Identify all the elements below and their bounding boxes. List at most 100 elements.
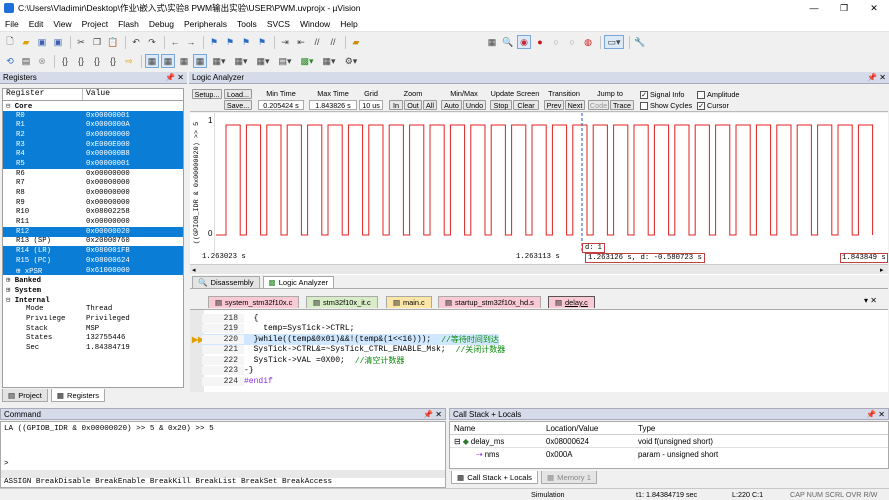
minimize-button[interactable]: —	[799, 0, 829, 16]
nav-back-icon[interactable]: ←	[168, 35, 182, 49]
collapse-icon[interactable]: ⊟	[454, 437, 461, 446]
register-value[interactable]: 0x00000000	[83, 170, 183, 178]
register-row[interactable]: R6 0x00000000	[3, 169, 183, 179]
register-value[interactable]: 0x0000000A	[83, 121, 183, 129]
register-value[interactable]: 0x00000020	[83, 228, 183, 236]
tab-stm32f10x-it[interactable]: ▤ stm32f10x_it.c	[306, 296, 378, 308]
register-row[interactable]: ⊞ xPSR 0x61000000	[3, 265, 183, 276]
breakpoint-disable-all-icon[interactable]: ○	[565, 35, 579, 49]
disassembly-window-icon[interactable]: ▦	[161, 54, 175, 68]
code-line[interactable]: 218 {	[202, 313, 258, 324]
comment-icon[interactable]: //	[310, 35, 324, 49]
breakpoint-insert-icon[interactable]: ●	[533, 35, 547, 49]
register-value[interactable]: 0x080001FB	[83, 247, 183, 255]
load-button[interactable]: Load...	[224, 89, 252, 99]
menu-window[interactable]: Window	[295, 19, 335, 29]
bookmark-icon[interactable]: ⚑	[207, 35, 221, 49]
code-line[interactable]: 223 -}	[202, 366, 254, 377]
trace-window-icon[interactable]: ▦▾	[319, 54, 339, 68]
code-line[interactable]: 219 temp=SysTick->CTRL;	[202, 324, 354, 335]
register-value[interactable]: 0x00000000	[83, 199, 183, 207]
find-icon[interactable]: 🔍	[501, 35, 515, 49]
tab-list-icon[interactable]: ▾ ✕	[864, 296, 877, 305]
symbols-window-icon[interactable]: ▦	[177, 54, 191, 68]
redo-icon[interactable]: ↷	[145, 35, 159, 49]
menu-tools[interactable]: Tools	[232, 19, 262, 29]
register-value[interactable]: Privileged	[83, 315, 183, 323]
tab-registers[interactable]: ▦ Registers	[50, 389, 106, 402]
tab-disassembly[interactable]: 🔍 Disassembly	[192, 276, 260, 288]
register-row[interactable]: States 132755446	[3, 334, 183, 344]
memory-window-icon[interactable]: ▦▾	[253, 54, 273, 68]
bookmark-prev-icon[interactable]: ⚑	[223, 35, 237, 49]
show-cycles-checkbox[interactable]: Show Cycles	[640, 101, 692, 110]
tab-system-stm32f10x[interactable]: ▤ system_stm32f10x.c	[208, 296, 300, 308]
register-row[interactable]: R10 0x08002258	[3, 208, 183, 218]
register-row[interactable]: ⊟ Internal	[3, 295, 183, 305]
target-options-icon[interactable]: ▦	[485, 35, 499, 49]
register-value[interactable]: 0x08000624	[83, 257, 183, 265]
register-row[interactable]: R7 0x00000000	[3, 179, 183, 189]
bookmark-clear-icon[interactable]: ⚑	[255, 35, 269, 49]
step-into-icon[interactable]: {}	[58, 54, 72, 68]
register-value[interactable]: 0x000000B8	[83, 150, 183, 158]
register-value[interactable]: 132755446	[83, 334, 183, 342]
register-value[interactable]: 0x08002258	[83, 208, 183, 216]
next-button[interactable]: Next	[565, 100, 585, 110]
menu-debug[interactable]: Debug	[144, 19, 179, 29]
restore-button[interactable]: ❐	[829, 0, 859, 16]
menu-flash[interactable]: Flash	[113, 19, 144, 29]
register-row[interactable]: Sec 1.84384719	[3, 343, 183, 353]
code-line[interactable]: 221 SysTick->CTRL&=~SysTick_CTRL_ENABLE_…	[202, 345, 505, 355]
save-all-icon[interactable]: ▣	[51, 35, 65, 49]
run-to-cursor-icon[interactable]: {}	[106, 54, 120, 68]
table-row[interactable]: ⇢ nms 0x000A param - unsigned short	[450, 448, 888, 461]
tab-project[interactable]: ▤ Project	[2, 389, 48, 402]
register-value[interactable]: 0x20000760	[83, 237, 183, 245]
register-row[interactable]: ⊞ Banked	[3, 275, 183, 285]
cursor-checkbox[interactable]: ✓ Cursor	[697, 101, 729, 110]
register-value[interactable]: MSP	[83, 325, 183, 333]
tree-toggle-icon[interactable]: ⊟	[6, 103, 15, 111]
debug-session-icon[interactable]: ◉	[517, 35, 531, 49]
register-row[interactable]: R3 0xE000E000	[3, 139, 183, 150]
register-row[interactable]: R14 (LR) 0x080001FB	[3, 246, 183, 256]
tree-toggle-icon[interactable]: ⊟	[6, 297, 15, 305]
pin-close-icon[interactable]: 📌 ✕	[867, 73, 886, 82]
register-value[interactable]: 0x00000001	[83, 112, 183, 120]
register-value[interactable]: 0xE000E000	[83, 141, 183, 149]
new-file-icon[interactable]: 🗋	[3, 35, 17, 49]
tab-call-stack[interactable]: ▦ Call Stack + Locals	[451, 471, 538, 484]
register-row[interactable]: ⊟ Core	[3, 101, 183, 111]
stop-icon[interactable]: ⊗	[35, 54, 49, 68]
register-row[interactable]: R5 0x00000001	[3, 159, 183, 169]
zoom-out-button[interactable]: Out	[404, 100, 422, 110]
register-value[interactable]: Thread	[83, 305, 183, 313]
amplitude-checkbox[interactable]: Amplitude	[697, 90, 739, 99]
scroll-left-icon[interactable]: ◂	[192, 266, 196, 274]
unindent-icon[interactable]: ⇤	[294, 35, 308, 49]
configure-icon[interactable]: 🔧	[633, 35, 647, 49]
register-row[interactable]: R15 (PC) 0x08000624	[3, 256, 183, 266]
prev-button[interactable]: Prev	[544, 100, 564, 110]
menu-svcs[interactable]: SVCS	[262, 19, 295, 29]
trace-button[interactable]: Trace	[610, 100, 634, 110]
code-line[interactable]: 222 SysTick->VAL =0X00; //清空计数器	[202, 355, 404, 366]
zoom-all-button[interactable]: All	[423, 100, 437, 110]
copy-icon[interactable]: ❐	[90, 35, 104, 49]
code-button[interactable]: Code	[588, 100, 609, 110]
system-viewer-icon[interactable]: ⚙▾	[341, 54, 361, 68]
tab-startup[interactable]: ▤ startup_stm32f10x_hd.s	[438, 296, 541, 308]
menu-project[interactable]: Project	[77, 19, 113, 29]
command-prompt[interactable]: >	[4, 460, 9, 468]
step-over-icon[interactable]: {}	[74, 54, 88, 68]
save-icon[interactable]: ▣	[35, 35, 49, 49]
tab-main[interactable]: ▤ main.c	[386, 296, 432, 308]
register-value[interactable]: 0x00000000	[83, 189, 183, 197]
code-editor[interactable]: ▶▶ 218 {219 temp=SysTick->CTRL; 220 }whil…	[190, 309, 888, 392]
menu-edit[interactable]: Edit	[24, 19, 49, 29]
column-location[interactable]: Location/Value	[542, 424, 634, 433]
register-row[interactable]: R2 0x00000000	[3, 130, 183, 140]
zoom-in-button[interactable]: In	[389, 100, 403, 110]
watch-window-icon[interactable]: ▦▾	[231, 54, 251, 68]
